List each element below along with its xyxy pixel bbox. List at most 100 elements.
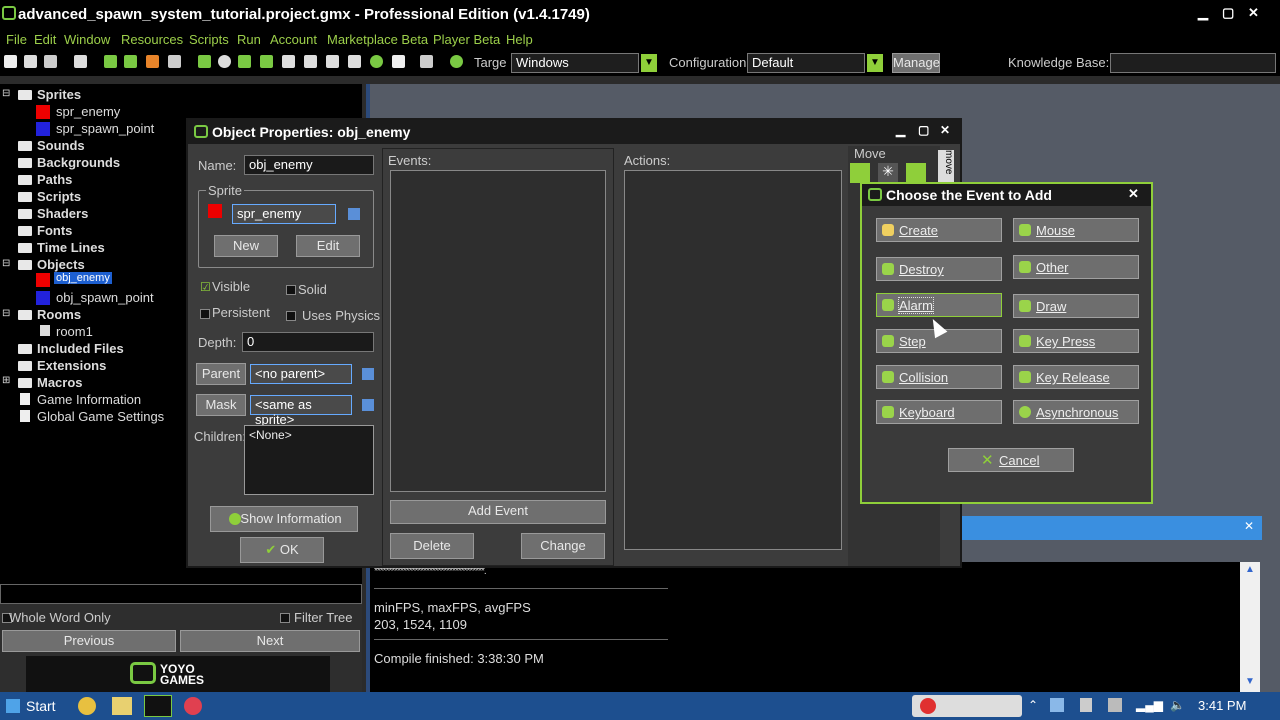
visible-checkbox[interactable]: ☑ <box>200 280 211 294</box>
next-button[interactable]: Next <box>180 630 360 652</box>
windows-flag-icon[interactable] <box>1050 698 1064 712</box>
new-sprite-button[interactable]: New <box>214 235 278 257</box>
menu-marketplace[interactable]: Marketplace Beta <box>327 32 428 47</box>
tree-game-information[interactable]: Game Information <box>37 392 141 407</box>
add-shader-icon[interactable] <box>304 55 317 68</box>
save-icon[interactable] <box>44 55 57 68</box>
add-room-icon[interactable] <box>392 55 405 68</box>
record-icon[interactable] <box>920 698 936 714</box>
tree-obj-spawn-point[interactable]: obj_spawn_point <box>56 290 154 305</box>
menu-window[interactable]: Window <box>64 32 110 47</box>
menu-account[interactable]: Account <box>270 32 317 47</box>
expand-icon[interactable]: ⊞ <box>2 375 10 386</box>
tree-obj-enemy[interactable]: obj_enemy <box>54 272 112 284</box>
export-icon[interactable] <box>74 55 87 68</box>
tree-sprites[interactable]: Sprites <box>37 87 81 102</box>
close-icon[interactable]: ✕ <box>1244 519 1254 533</box>
tree-spr-enemy[interactable]: spr_enemy <box>56 104 120 119</box>
cancel-button[interactable]: ✕ Cancel <box>948 448 1074 472</box>
mouse-event-button[interactable]: Mouse <box>1013 218 1139 242</box>
tree-rooms[interactable]: Rooms <box>37 307 81 322</box>
tree-search-input[interactable] <box>0 584 362 604</box>
tree-fonts[interactable]: Fonts <box>37 223 72 238</box>
browse-icon[interactable] <box>362 368 374 380</box>
device-icon[interactable] <box>1080 698 1092 712</box>
maximize-icon[interactable]: ▢ <box>1222 5 1234 21</box>
asynchronous-event-button[interactable]: Asynchronous <box>1013 400 1139 424</box>
manage-button[interactable]: Manage <box>892 53 940 73</box>
knowledge-base-input[interactable] <box>1110 53 1276 73</box>
mask-button[interactable]: Mask <box>196 394 246 416</box>
clean-icon[interactable] <box>168 55 181 68</box>
close-icon[interactable]: ✕ <box>1248 5 1259 21</box>
ok-button[interactable]: ✔ OK <box>240 537 324 563</box>
move-towards-icon[interactable] <box>906 163 926 183</box>
tray-expand-icon[interactable]: ⌃ <box>1028 698 1038 712</box>
tree-shaders[interactable]: Shaders <box>37 206 88 221</box>
recorder-icon[interactable] <box>184 697 202 715</box>
chevron-down-icon[interactable]: ▼ <box>641 54 657 72</box>
add-script-icon[interactable] <box>282 55 295 68</box>
draw-event-button[interactable]: Draw <box>1013 294 1139 318</box>
tree-room1[interactable]: room1 <box>56 324 93 339</box>
persistent-checkbox[interactable] <box>200 309 210 319</box>
events-list[interactable] <box>390 170 606 492</box>
children-list[interactable]: <None> <box>244 425 374 495</box>
open-icon[interactable] <box>24 55 37 68</box>
monitor-icon[interactable] <box>1108 698 1122 712</box>
delete-event-button[interactable]: Delete <box>390 533 474 559</box>
actions-list[interactable] <box>624 170 842 550</box>
collapse-icon[interactable]: ⊟ <box>2 258 10 269</box>
network-icon[interactable]: ▂▄▆ <box>1136 698 1163 712</box>
add-background-icon[interactable] <box>238 55 251 68</box>
menu-help[interactable]: Help <box>506 32 533 47</box>
menu-scripts[interactable]: Scripts <box>189 32 229 47</box>
debug-icon[interactable] <box>124 55 137 68</box>
target-select[interactable]: Windows <box>511 53 639 73</box>
edit-sprite-button[interactable]: Edit <box>296 235 360 257</box>
minimize-icon[interactable]: ▁ <box>1198 5 1208 21</box>
add-event-button[interactable]: Add Event <box>390 500 606 524</box>
add-path-icon[interactable] <box>260 55 273 68</box>
stop-icon[interactable] <box>146 55 159 68</box>
scroll-up-icon[interactable]: ▲ <box>1245 564 1255 575</box>
minimize-icon[interactable]: ▁ <box>896 123 905 137</box>
tree-backgrounds[interactable]: Backgrounds <box>37 155 120 170</box>
key-press-event-button[interactable]: Key Press <box>1013 329 1139 353</box>
filter-tree-checkbox[interactable] <box>280 613 290 623</box>
menu-player-beta[interactable]: Player Beta <box>433 32 500 47</box>
move-free-icon[interactable]: ✳ <box>878 163 898 183</box>
close-icon[interactable]: ✕ <box>1128 186 1139 202</box>
chevron-down-icon[interactable]: ▼ <box>867 54 883 72</box>
scroll-down-icon[interactable]: ▼ <box>1245 676 1255 687</box>
depth-field[interactable]: 0 <box>242 332 374 352</box>
uses-physics-checkbox[interactable] <box>286 311 296 321</box>
other-event-button[interactable]: Other <box>1013 255 1139 279</box>
tree-sounds[interactable]: Sounds <box>37 138 85 153</box>
tree-spr-spawn-point[interactable]: spr_spawn_point <box>56 121 154 136</box>
volume-icon[interactable]: 🔈 <box>1170 698 1185 712</box>
keyboard-event-button[interactable]: Keyboard <box>876 400 1002 424</box>
menu-edit[interactable]: Edit <box>34 32 56 47</box>
maximize-icon[interactable]: ▢ <box>918 123 929 137</box>
configuration-select[interactable]: Default <box>747 53 865 73</box>
recording-toolbar[interactable] <box>912 695 1022 717</box>
add-sound-icon[interactable] <box>218 55 231 68</box>
gamemaker-taskbar-icon[interactable] <box>144 695 172 717</box>
collision-event-button[interactable]: Collision <box>876 365 1002 389</box>
tree-objects[interactable]: Objects <box>37 257 85 272</box>
browse-icon[interactable] <box>362 399 374 411</box>
add-sprite-icon[interactable] <box>198 55 211 68</box>
sprite-field[interactable]: spr_enemy <box>232 204 336 224</box>
tree-paths[interactable]: Paths <box>37 172 72 187</box>
tree-macros[interactable]: Macros <box>37 375 83 390</box>
output-scrollbar[interactable]: ▲ ▼ <box>1240 562 1260 692</box>
add-timeline-icon[interactable] <box>348 55 361 68</box>
menu-run[interactable]: Run <box>237 32 261 47</box>
collapse-icon[interactable]: ⊟ <box>2 88 10 99</box>
close-icon[interactable]: ✕ <box>940 123 950 137</box>
add-object-icon[interactable] <box>370 55 383 68</box>
menu-resources[interactable]: Resources <box>121 32 183 47</box>
game-settings-icon[interactable] <box>420 55 433 68</box>
explorer-icon[interactable] <box>112 697 132 715</box>
